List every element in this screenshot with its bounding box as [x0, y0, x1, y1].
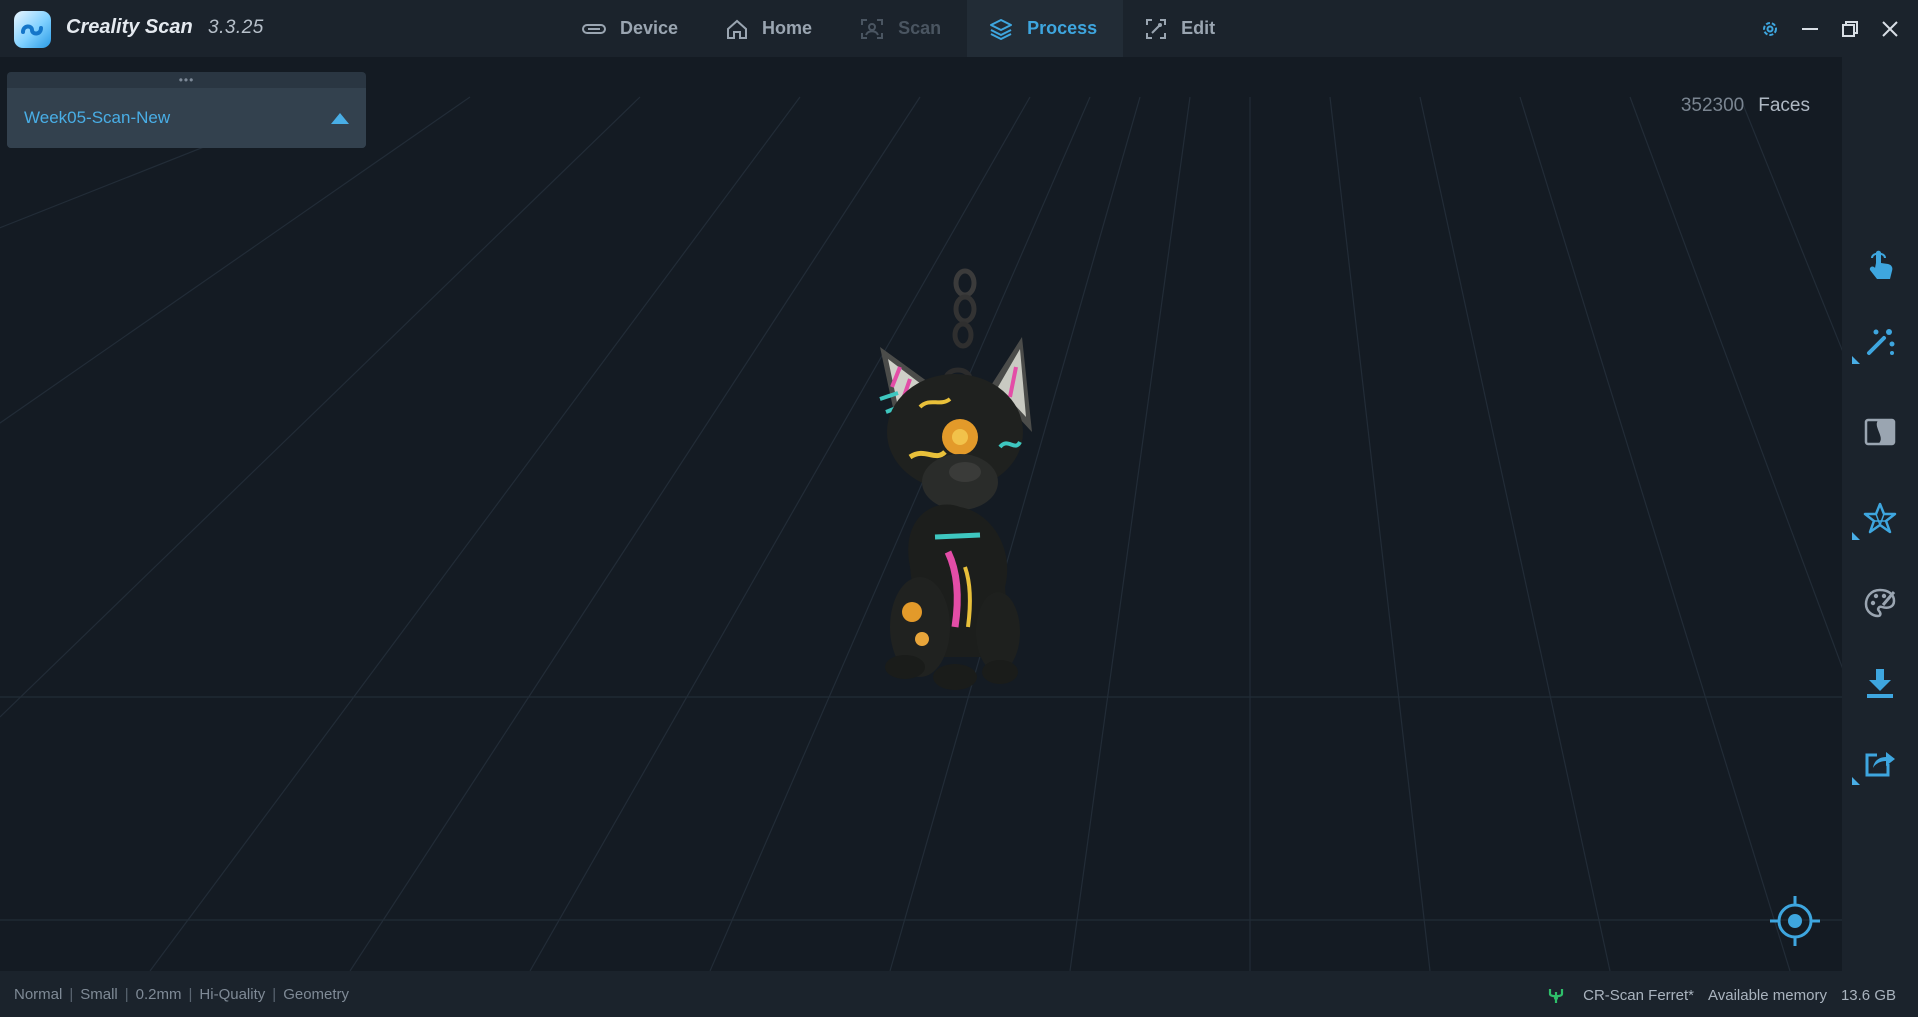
status-resolution: 0.2mm: [135, 986, 182, 1003]
texture-paint-tool[interactable]: [1842, 575, 1918, 631]
settings-button[interactable]: [1750, 9, 1790, 49]
restore-button[interactable]: [1830, 9, 1870, 49]
device-connection-icon: [1549, 989, 1564, 1003]
palette-icon: [1864, 588, 1896, 618]
app-logo: [14, 11, 51, 48]
faces-label: Faces: [1758, 95, 1810, 116]
device-name: CR-Scan Ferret*: [1583, 986, 1694, 1004]
project-selector[interactable]: Week05-Scan-New: [7, 88, 366, 148]
separator: |: [69, 986, 74, 1003]
status-size: Small: [80, 986, 118, 1003]
tab-edit-label: Edit: [1181, 18, 1216, 38]
title-bar: Creality Scan 3.3.25 Device Home Scan Pr…: [0, 0, 1918, 57]
device-icon: [582, 23, 606, 34]
scanned-model: [879, 268, 1032, 690]
project-name: Week05-Scan-New: [24, 108, 171, 127]
touch-select-tool[interactable]: [1842, 237, 1918, 293]
minimize-button[interactable]: [1790, 9, 1830, 49]
tab-device-label: Device: [620, 18, 679, 38]
panel-drag-handle[interactable]: •••: [7, 72, 366, 88]
tab-home-label: Home: [762, 18, 813, 38]
app-window: Creality Scan 3.3.25 Device Home Scan Pr…: [0, 0, 1918, 1017]
faces-count: 352300: [1680, 95, 1745, 116]
main-nav: Device Home Scan Process Edit: [560, 0, 1241, 57]
faces-readout: 352300 Faces: [1681, 95, 1810, 117]
restore-icon: [1842, 20, 1858, 37]
settings-icon: [1763, 21, 1777, 36]
close-icon: [1882, 20, 1898, 37]
status-mode: Normal: [14, 986, 63, 1003]
window-controls: [1750, 0, 1918, 57]
edit-icon: [1146, 18, 1167, 39]
recenter-view-button[interactable]: [1768, 894, 1822, 948]
tab-home[interactable]: Home: [704, 0, 838, 57]
crosshair-icon: [1770, 896, 1820, 946]
submenu-indicator: [1852, 532, 1860, 540]
magic-wand-icon: [1867, 329, 1895, 355]
tab-scan[interactable]: Scan: [838, 0, 967, 57]
mesh-flip-tool[interactable]: [1842, 404, 1918, 460]
tab-device[interactable]: Device: [560, 0, 704, 57]
3d-viewport[interactable]: ••• Week05-Scan-New 352300 Faces: [0, 57, 1842, 971]
status-type: Geometry: [283, 986, 350, 1003]
submenu-indicator: [1852, 777, 1860, 785]
scan-icon: [861, 18, 884, 39]
separator: |: [272, 986, 277, 1003]
scan-settings-summary: Normal | Small | 0.2mm | Hi-Quality | Ge…: [14, 986, 349, 1003]
memory-value: 13.6 GB: [1840, 986, 1896, 1004]
minimize-icon: [1802, 27, 1818, 30]
status-bar: Normal | Small | 0.2mm | Hi-Quality | Ge…: [0, 971, 1918, 1017]
caret-up-icon[interactable]: [331, 113, 349, 124]
magic-wand-tool[interactable]: [1842, 314, 1918, 370]
download-icon: [1867, 669, 1893, 698]
tab-process[interactable]: Process: [967, 0, 1124, 57]
tab-process-label: Process: [1027, 18, 1098, 38]
touch-select-icon: [1869, 250, 1893, 279]
export-share-tool[interactable]: [1842, 735, 1918, 791]
app-version: 3.3.25: [208, 17, 264, 38]
project-panel: ••• Week05-Scan-New: [7, 72, 366, 148]
status-quality: Hi-Quality: [199, 986, 266, 1003]
download-tool[interactable]: [1842, 655, 1918, 711]
tab-scan-label: Scan: [898, 18, 942, 38]
star-mesh-icon: [1863, 502, 1897, 534]
separator: |: [124, 986, 129, 1003]
layers-icon: [990, 18, 1013, 40]
side-toolbar: [1842, 57, 1918, 971]
app-name: Creality Scan: [66, 16, 193, 38]
submenu-indicator: [1852, 356, 1860, 364]
device-status: CR-Scan Ferret* Available memory 13.6 GB: [1547, 986, 1896, 1004]
tab-edit[interactable]: Edit: [1123, 0, 1241, 57]
mesh-flip-icon: [1864, 418, 1896, 446]
export-share-icon: [1865, 752, 1895, 777]
close-button[interactable]: [1870, 9, 1910, 49]
separator: |: [188, 986, 193, 1003]
memory-label: Available memory: [1708, 986, 1827, 1004]
star-mesh-tool[interactable]: [1842, 490, 1918, 546]
home-icon: [727, 19, 748, 39]
